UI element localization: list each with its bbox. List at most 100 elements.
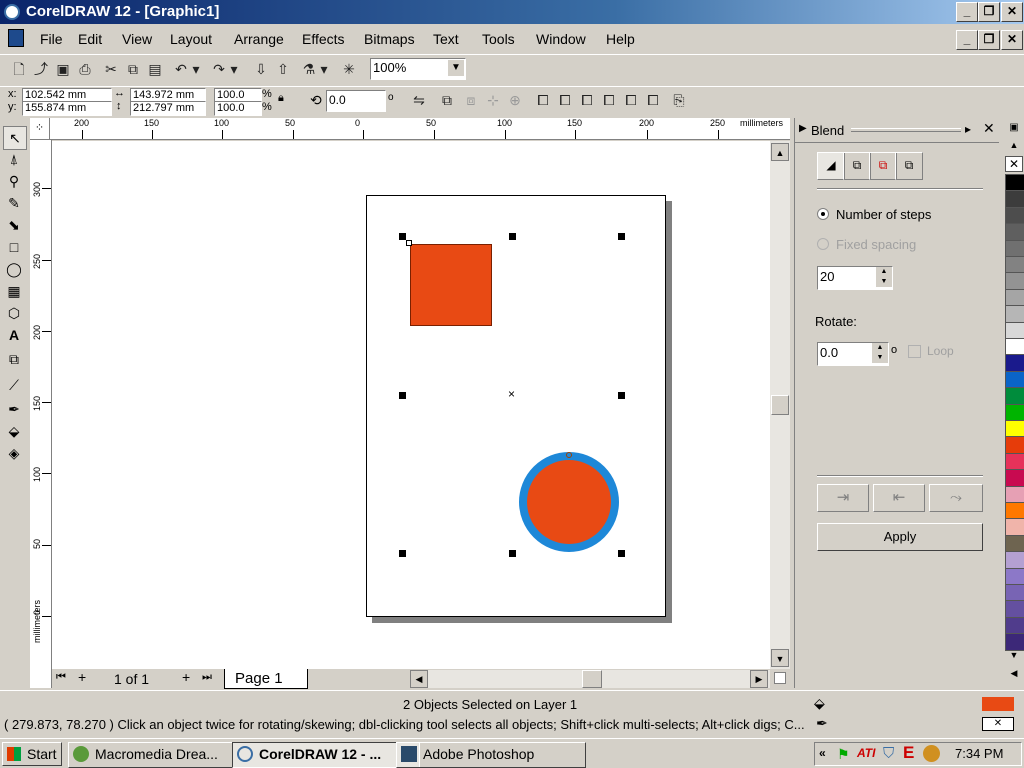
rotate-spinner-icon[interactable]: ▲ ▼ (872, 343, 888, 363)
height-field[interactable]: 212.797 mm (130, 101, 206, 116)
color-swatch[interactable] (1005, 272, 1024, 291)
scroll-down-icon[interactable]: ▼ (771, 649, 789, 667)
print-icon[interactable]: ⎙ (74, 58, 96, 80)
new-icon[interactable]: 🗋 (8, 58, 30, 80)
vertical-ruler[interactable]: millimeters 300 250 200 150 100 50 0 (30, 140, 52, 688)
ungroup-icon[interactable]: ⧈ (460, 89, 482, 111)
palette-options-icon[interactable]: ▣ (1005, 122, 1023, 138)
task-photoshop[interactable]: Adobe Photoshop (396, 742, 586, 768)
path-icon[interactable]: ⤳ (929, 484, 983, 512)
menu-bitmaps[interactable]: Bitmaps (364, 31, 415, 47)
interactive-blend-tool-icon[interactable]: ⧉ (3, 348, 25, 370)
orange-circle[interactable] (519, 452, 619, 552)
color-swatch[interactable] (1005, 239, 1024, 258)
doc-icon[interactable] (8, 29, 24, 47)
tray-expand-icon[interactable]: « (819, 746, 826, 760)
lock-ratio-icon[interactable]: 🔒︎ (278, 92, 284, 105)
vertical-scrollbar[interactable]: ▲ ▼ (770, 141, 790, 669)
group-icon[interactable]: ⧉ (436, 89, 458, 111)
apply-button[interactable]: Apply (817, 523, 983, 551)
menu-window[interactable]: Window (536, 31, 586, 47)
doc-minimize-button[interactable]: _ (956, 30, 978, 50)
doc-close-button[interactable]: ✕ (1001, 30, 1023, 50)
ellipse-tool-icon[interactable]: ◯ (3, 258, 25, 280)
front-minus-back-icon[interactable]: ⧠ (620, 89, 642, 111)
color-swatch[interactable] (1005, 370, 1024, 389)
ati-icon[interactable]: ATI (857, 746, 875, 760)
rect-node[interactable] (406, 240, 412, 246)
color-swatch[interactable] (1005, 633, 1024, 652)
menu-edit[interactable]: Edit (78, 31, 102, 47)
simplify-icon[interactable]: ⧠ (598, 89, 620, 111)
redo-dropdown-icon[interactable]: ▾ (228, 58, 240, 80)
selection-handle-bottom-right[interactable] (618, 550, 625, 557)
docker-collapse-icon[interactable]: ▸ (965, 122, 971, 136)
close-button[interactable]: ✕ (1001, 2, 1023, 22)
copy-icon[interactable]: ⧉ (122, 58, 144, 80)
menu-text[interactable]: Text (433, 31, 459, 47)
minimize-button[interactable]: _ (956, 2, 978, 22)
orange-rectangle[interactable] (410, 244, 492, 326)
scroll-left-icon[interactable]: ◀ (410, 670, 428, 688)
menu-layout[interactable]: Layout (170, 31, 212, 47)
task-coreldraw[interactable]: CorelDRAW 12 - ... (232, 742, 420, 768)
trim-icon[interactable]: ⧠ (554, 89, 576, 111)
launcher-dropdown-icon[interactable]: ▾ (318, 58, 330, 80)
selection-handle-top-middle[interactable] (509, 233, 516, 240)
horizontal-ruler[interactable]: millimeters 200 150 100 50 0 50 100 150 200 250 (50, 118, 790, 140)
eyedropper-tool-icon[interactable]: ⟋ (3, 374, 25, 396)
ungroup-all-icon[interactable]: ⊹ (482, 89, 504, 111)
fill-color-swatch[interactable] (982, 697, 1014, 711)
selection-center-icon[interactable]: × (508, 387, 515, 401)
color-swatch[interactable] (1005, 502, 1024, 520)
color-swatch[interactable] (1005, 534, 1024, 553)
smart-fill-tool-icon[interactable]: ⬊ (3, 214, 25, 236)
export-icon[interactable]: ⇧ (272, 58, 294, 80)
freehand-tool-icon[interactable]: ✎ (3, 192, 25, 214)
shape-tool-icon[interactable]: ⍋ (3, 148, 25, 170)
end-object-icon[interactable]: ⇤ (873, 484, 925, 512)
first-page-icon[interactable]: ⏮ (56, 671, 66, 684)
text-tool-icon[interactable]: A (3, 324, 25, 346)
color-swatch[interactable] (1005, 338, 1024, 356)
interactive-fill-tool-icon[interactable]: ◈ (3, 442, 25, 464)
palette-expand-icon[interactable]: ◀ (1005, 668, 1023, 682)
rotate-field[interactable]: 0.0 ▲ ▼ (817, 342, 889, 366)
undo-icon[interactable]: ↶ (170, 58, 192, 80)
globe-icon[interactable] (923, 745, 940, 762)
color-swatch[interactable] (1005, 452, 1024, 471)
y-position-field[interactable]: 155.874 mm (22, 101, 112, 116)
application-launcher-icon[interactable]: ⚗ (298, 58, 320, 80)
blend-acceleration-tab-icon[interactable]: ⧉ (843, 152, 871, 180)
traffic-light-icon[interactable]: ⚑ (837, 746, 850, 763)
color-swatch[interactable] (1005, 600, 1024, 619)
color-swatch[interactable] (1005, 551, 1024, 570)
blend-misc-tab-icon[interactable]: ⧉ (895, 152, 923, 180)
color-swatch[interactable] (1005, 354, 1024, 373)
rotation-field[interactable]: 0.0 (326, 90, 386, 112)
rectangle-tool-icon[interactable]: □ (3, 236, 25, 258)
horizontal-scrollbar[interactable]: ◀ ▶ (410, 670, 770, 688)
weld-icon[interactable]: ⧠ (532, 89, 554, 111)
graph-paper-tool-icon[interactable]: ▦ (3, 280, 25, 302)
fill-tool-icon[interactable]: ⬙ (3, 420, 25, 442)
scale-y-field[interactable]: 100.0 (214, 101, 262, 116)
app-icon[interactable] (4, 4, 20, 20)
zoom-field[interactable]: 100% ▼ (370, 58, 466, 80)
no-color-swatch[interactable]: ✕ (1005, 156, 1023, 172)
cut-icon[interactable]: ✂ (100, 58, 122, 80)
restore-button[interactable]: ❐ (978, 2, 1000, 22)
color-swatch[interactable] (1005, 485, 1024, 504)
import-icon[interactable]: ⇩ (250, 58, 272, 80)
blend-steps-tab-icon[interactable]: ◢ (817, 152, 845, 180)
menu-tools[interactable]: Tools (482, 31, 515, 47)
color-swatch[interactable] (1005, 305, 1024, 324)
selection-handle-bottom-middle[interactable] (509, 550, 516, 557)
shield-icon[interactable]: ⛉ (883, 745, 894, 762)
outline-tool-icon[interactable]: ✒ (3, 398, 25, 420)
zoom-tool-icon[interactable]: ⚲ (3, 170, 25, 192)
task-dreamweaver[interactable]: Macromedia Drea... (68, 742, 256, 768)
scroll-right-icon[interactable]: ▶ (750, 670, 768, 688)
circle-node[interactable] (566, 452, 572, 458)
ruler-corner[interactable]: ⁘ (30, 118, 50, 140)
